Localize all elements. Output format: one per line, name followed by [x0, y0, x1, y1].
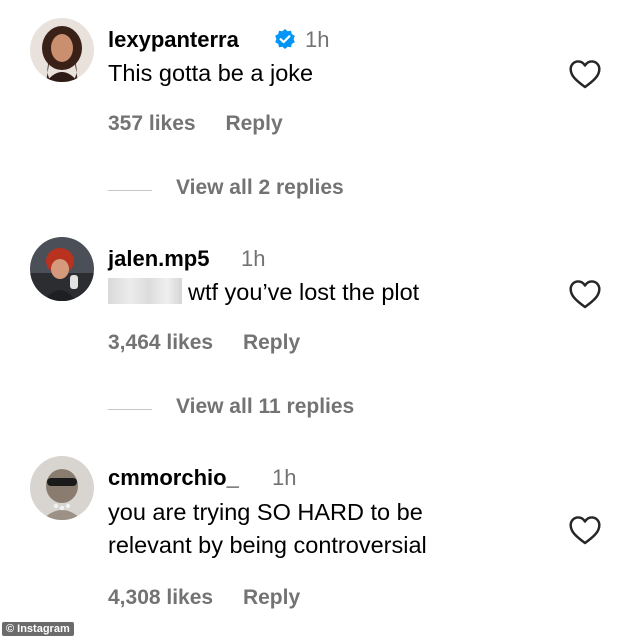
likes-count[interactable]: 3,464 likes	[108, 331, 213, 354]
avatar-image	[30, 18, 94, 82]
comment-time: 1h	[241, 246, 266, 271]
avatar-lexypanterra[interactable]	[30, 18, 94, 82]
instagram-watermark: © Instagram	[2, 622, 74, 636]
comment-text-line: you are trying SO HARD to be	[108, 499, 423, 525]
avatar-image	[30, 237, 94, 301]
comment-time: 1h	[272, 465, 297, 490]
comment-text-line: relevant by being controversial	[108, 532, 427, 558]
view-replies-button[interactable]: View all 2 replies	[0, 176, 634, 206]
username[interactable]: cmmorchio_	[108, 465, 239, 491]
comment-text: This gotta be a joke	[108, 57, 313, 90]
likes-count[interactable]: 4,308 likes	[108, 586, 213, 609]
reply-button[interactable]: Reply	[243, 331, 300, 354]
username[interactable]: jalen.mp5	[108, 246, 209, 272]
comment-meta: 3,464 likes Reply	[108, 331, 324, 355]
verified-badge-icon	[275, 29, 295, 49]
comment-text-line: wtf you’ve lost the plot	[188, 279, 420, 305]
view-replies-label: View all 11 replies	[176, 395, 355, 418]
view-replies-label: View all 2 replies	[176, 176, 344, 199]
view-replies-button[interactable]: View all 11 replies	[0, 395, 634, 425]
heart-outline-icon[interactable]	[568, 279, 602, 309]
avatar-cmmorchio[interactable]	[30, 456, 94, 520]
comment-text: wtf you’ve lost the plot	[108, 276, 419, 309]
username[interactable]: lexypanterra	[108, 27, 239, 53]
redacted-mention	[108, 278, 182, 304]
avatar-image	[30, 456, 94, 520]
replies-divider	[108, 190, 152, 191]
comment-meta: 4,308 likes Reply	[108, 586, 324, 610]
avatar-jalen-mp5[interactable]	[30, 237, 94, 301]
heart-outline-icon[interactable]	[568, 515, 602, 545]
heart-outline-icon[interactable]	[568, 59, 602, 89]
reply-button[interactable]: Reply	[225, 112, 282, 135]
reply-button[interactable]: Reply	[243, 586, 300, 609]
likes-count[interactable]: 357 likes	[108, 112, 196, 135]
comment-text-line: This gotta be a joke	[108, 60, 314, 86]
replies-divider	[108, 409, 152, 410]
comment-text: you are trying SO HARD to be relevant by…	[108, 496, 427, 562]
comment-meta: 357 likes Reply	[108, 112, 307, 136]
comment-time: 1h	[305, 27, 330, 52]
